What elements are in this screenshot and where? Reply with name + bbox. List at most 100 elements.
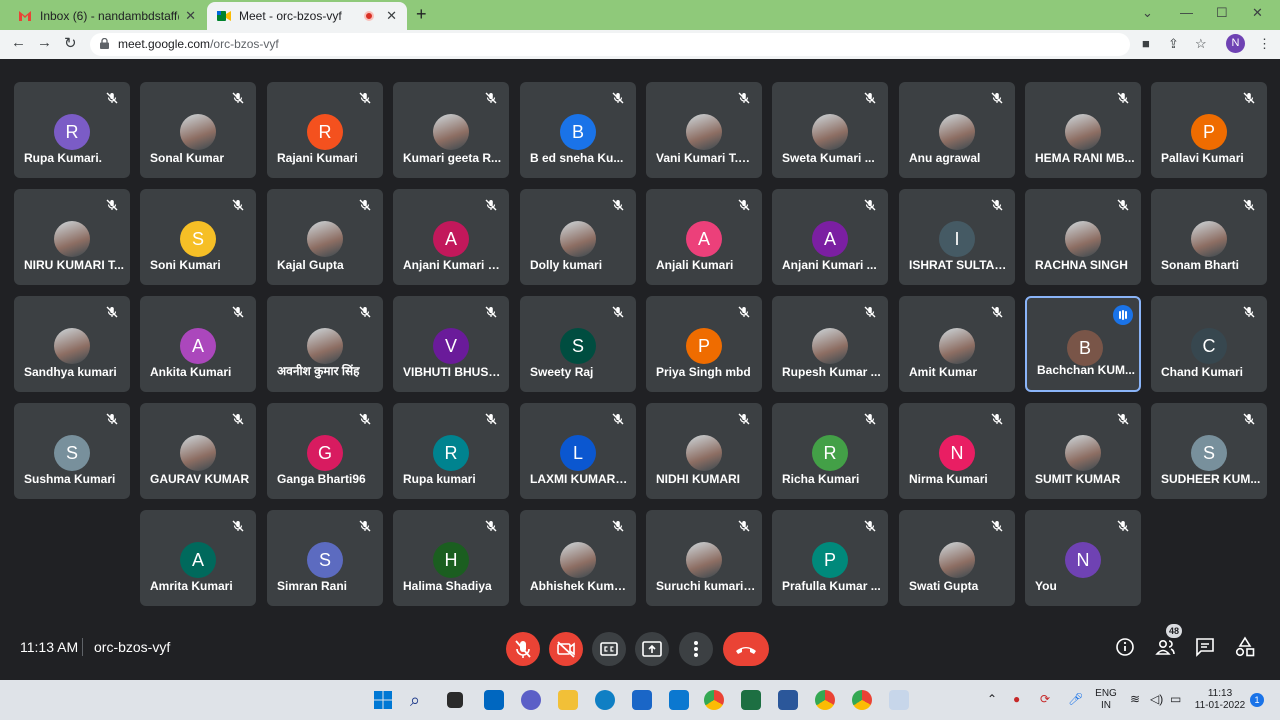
back-icon[interactable]: ← — [11, 34, 26, 51]
profile-avatar[interactable]: N — [1226, 34, 1245, 53]
participant-tile[interactable]: H Halima Shadiya — [393, 510, 509, 606]
participant-tile[interactable]: Kajal Gupta — [267, 189, 383, 285]
participant-tile[interactable]: G Ganga Bharti96 — [267, 403, 383, 499]
participant-tile[interactable]: Rupesh Kumar ... — [772, 296, 888, 392]
search-icon[interactable]: ⌕ — [410, 690, 430, 710]
participant-tile[interactable]: S Simran Rani — [267, 510, 383, 606]
participant-tile[interactable]: Sandhya kumari — [14, 296, 130, 392]
show-hidden-icons-icon[interactable]: ⌃ — [987, 692, 997, 706]
camera-icon[interactable]: ■ — [1142, 36, 1150, 51]
start-menu-icon[interactable] — [373, 690, 393, 710]
participant-tile[interactable]: S Sweety Raj — [520, 296, 636, 392]
system-clock[interactable]: 11:13 11-01-2022 — [1192, 688, 1248, 712]
participant-tile[interactable]: NIRU KUMARI T... — [14, 189, 130, 285]
reload-icon[interactable]: ↻ — [64, 34, 77, 52]
participant-tile[interactable]: Swati Gupta — [899, 510, 1015, 606]
participant-tile[interactable]: Kumari geeta R... — [393, 82, 509, 178]
battery-icon[interactable]: ▭ — [1170, 692, 1181, 706]
store-icon[interactable] — [669, 690, 689, 710]
participant-tile[interactable]: L LAXMI KUMARI ... — [520, 403, 636, 499]
participant-tile[interactable]: A Ankita Kumari — [140, 296, 256, 392]
edge-browser-icon[interactable] — [595, 690, 615, 710]
word-icon[interactable] — [778, 690, 798, 710]
participant-tile[interactable]: Sonal Kumar — [140, 82, 256, 178]
camera-toggle-button[interactable] — [549, 632, 583, 666]
leave-call-button[interactable] — [723, 632, 769, 666]
browser-menu-icon[interactable]: ⋮ — [1258, 36, 1271, 52]
participant-tile[interactable]: GAURAV KUMAR — [140, 403, 256, 499]
present-now-button[interactable] — [635, 632, 669, 666]
participant-tile[interactable]: BB ed sneha Ku... — [520, 82, 636, 178]
participant-tile[interactable]: S Soni Kumari — [140, 189, 256, 285]
chat-button[interactable] — [1194, 636, 1216, 658]
excel-icon[interactable] — [741, 690, 761, 710]
participant-tile[interactable]: R Richa Kumari — [772, 403, 888, 499]
forward-icon[interactable]: → — [37, 34, 52, 51]
bookmark-star-icon[interactable]: ☆ — [1195, 36, 1207, 52]
input-language[interactable]: ENG IN — [1094, 688, 1118, 712]
participant-tile[interactable]: Sonam Bharti — [1151, 189, 1267, 285]
participant-tile[interactable]: S SUDHEER KUM... — [1151, 403, 1267, 499]
participant-tile[interactable]: SUMIT KUMAR — [1025, 403, 1141, 499]
participant-tile[interactable]: P Pallavi Kumari — [1151, 82, 1267, 178]
close-window-icon[interactable]: ✕ — [1252, 5, 1263, 21]
chrome-profile-2-icon[interactable] — [852, 690, 872, 710]
participant-tile[interactable]: Dolly kumari — [520, 189, 636, 285]
activities-button[interactable] — [1234, 636, 1256, 658]
participant-tile[interactable]: NIDHI KUMARI — [646, 403, 762, 499]
participant-tile[interactable]: Amit Kumar — [899, 296, 1015, 392]
sync-icon[interactable]: ⟳ — [1040, 692, 1050, 706]
tab-gmail[interactable]: Inbox (6) - nandambdstaff@gma ✕ — [8, 2, 206, 30]
widgets-icon[interactable] — [484, 690, 504, 710]
notification-badge[interactable]: 1 — [1250, 693, 1264, 707]
participant-tile[interactable]: A Anjani Kumari ... — [772, 189, 888, 285]
task-view-icon[interactable] — [447, 692, 463, 708]
participant-tile[interactable]: Suruchi kumari ... — [646, 510, 762, 606]
maximize-icon[interactable]: ☐ — [1216, 5, 1228, 21]
file-explorer-icon[interactable] — [558, 690, 578, 710]
participant-tile[interactable]: R Rupa Kumari. — [14, 82, 130, 178]
participant-tile[interactable]: Anu agrawal — [899, 82, 1015, 178]
participant-tile[interactable]: A Anjani Kumari p... — [393, 189, 509, 285]
close-tab-icon[interactable]: ✕ — [386, 8, 397, 24]
volume-icon[interactable]: ◁) — [1150, 692, 1163, 706]
people-button[interactable] — [1154, 636, 1176, 658]
participant-tile[interactable]: C Chand Kumari — [1151, 296, 1267, 392]
teams-chat-icon[interactable] — [521, 690, 541, 710]
url-field[interactable]: meet.google.com/orc-bzos-vyf — [90, 33, 1130, 56]
participant-tile[interactable]: I ISHRAT SULTANA — [899, 189, 1015, 285]
participant-tile[interactable]: अवनीश कुमार सिंह — [267, 296, 383, 392]
participant-tile[interactable]: Sweta Kumari ... — [772, 82, 888, 178]
participant-tile[interactable]: B Bachchan KUM... — [1025, 296, 1141, 392]
share-icon[interactable]: ⇪ — [1168, 36, 1179, 52]
participant-tile[interactable]: P Priya Singh mbd — [646, 296, 762, 392]
participant-tile[interactable]: A Amrita Kumari — [140, 510, 256, 606]
mail-icon[interactable] — [632, 690, 652, 710]
captions-button[interactable] — [592, 632, 626, 666]
microphone-in-use-icon[interactable]: 🎤︎ — [1068, 692, 1083, 706]
participant-tile[interactable]: RACHNA SINGH — [1025, 189, 1141, 285]
new-tab-icon[interactable]: + — [416, 4, 427, 25]
participant-tile[interactable]: N You — [1025, 510, 1141, 606]
chrome-icon[interactable] — [704, 690, 724, 710]
participant-tile[interactable]: S Sushma Kumari — [14, 403, 130, 499]
minimize-icon[interactable]: — — [1180, 5, 1193, 20]
snipping-tool-icon[interactable] — [889, 690, 909, 710]
participant-tile[interactable]: A Anjali Kumari — [646, 189, 762, 285]
participant-tile[interactable]: V VIBHUTI BHUSH... — [393, 296, 509, 392]
more-options-button[interactable] — [679, 632, 713, 666]
tab-search-icon[interactable]: ⌄ — [1142, 5, 1153, 21]
participant-tile[interactable]: N Nirma Kumari — [899, 403, 1015, 499]
participant-tile[interactable]: HEMA RANI MB... — [1025, 82, 1141, 178]
microphone-toggle-button[interactable] — [506, 632, 540, 666]
participant-tile[interactable]: P Prafulla Kumar ... — [772, 510, 888, 606]
antivirus-icon[interactable]: ● — [1013, 692, 1020, 706]
meeting-details-button[interactable] — [1114, 636, 1136, 658]
wifi-icon[interactable]: ≋ — [1130, 692, 1140, 706]
participant-tile[interactable]: R Rajani Kumari — [267, 82, 383, 178]
chrome-profile-icon[interactable] — [815, 690, 835, 710]
participant-tile[interactable]: R Rupa kumari — [393, 403, 509, 499]
close-tab-icon[interactable]: ✕ — [185, 8, 196, 24]
participant-tile[interactable]: Vani Kumari T.T.C — [646, 82, 762, 178]
participant-tile[interactable]: Abhishek Kuma... — [520, 510, 636, 606]
